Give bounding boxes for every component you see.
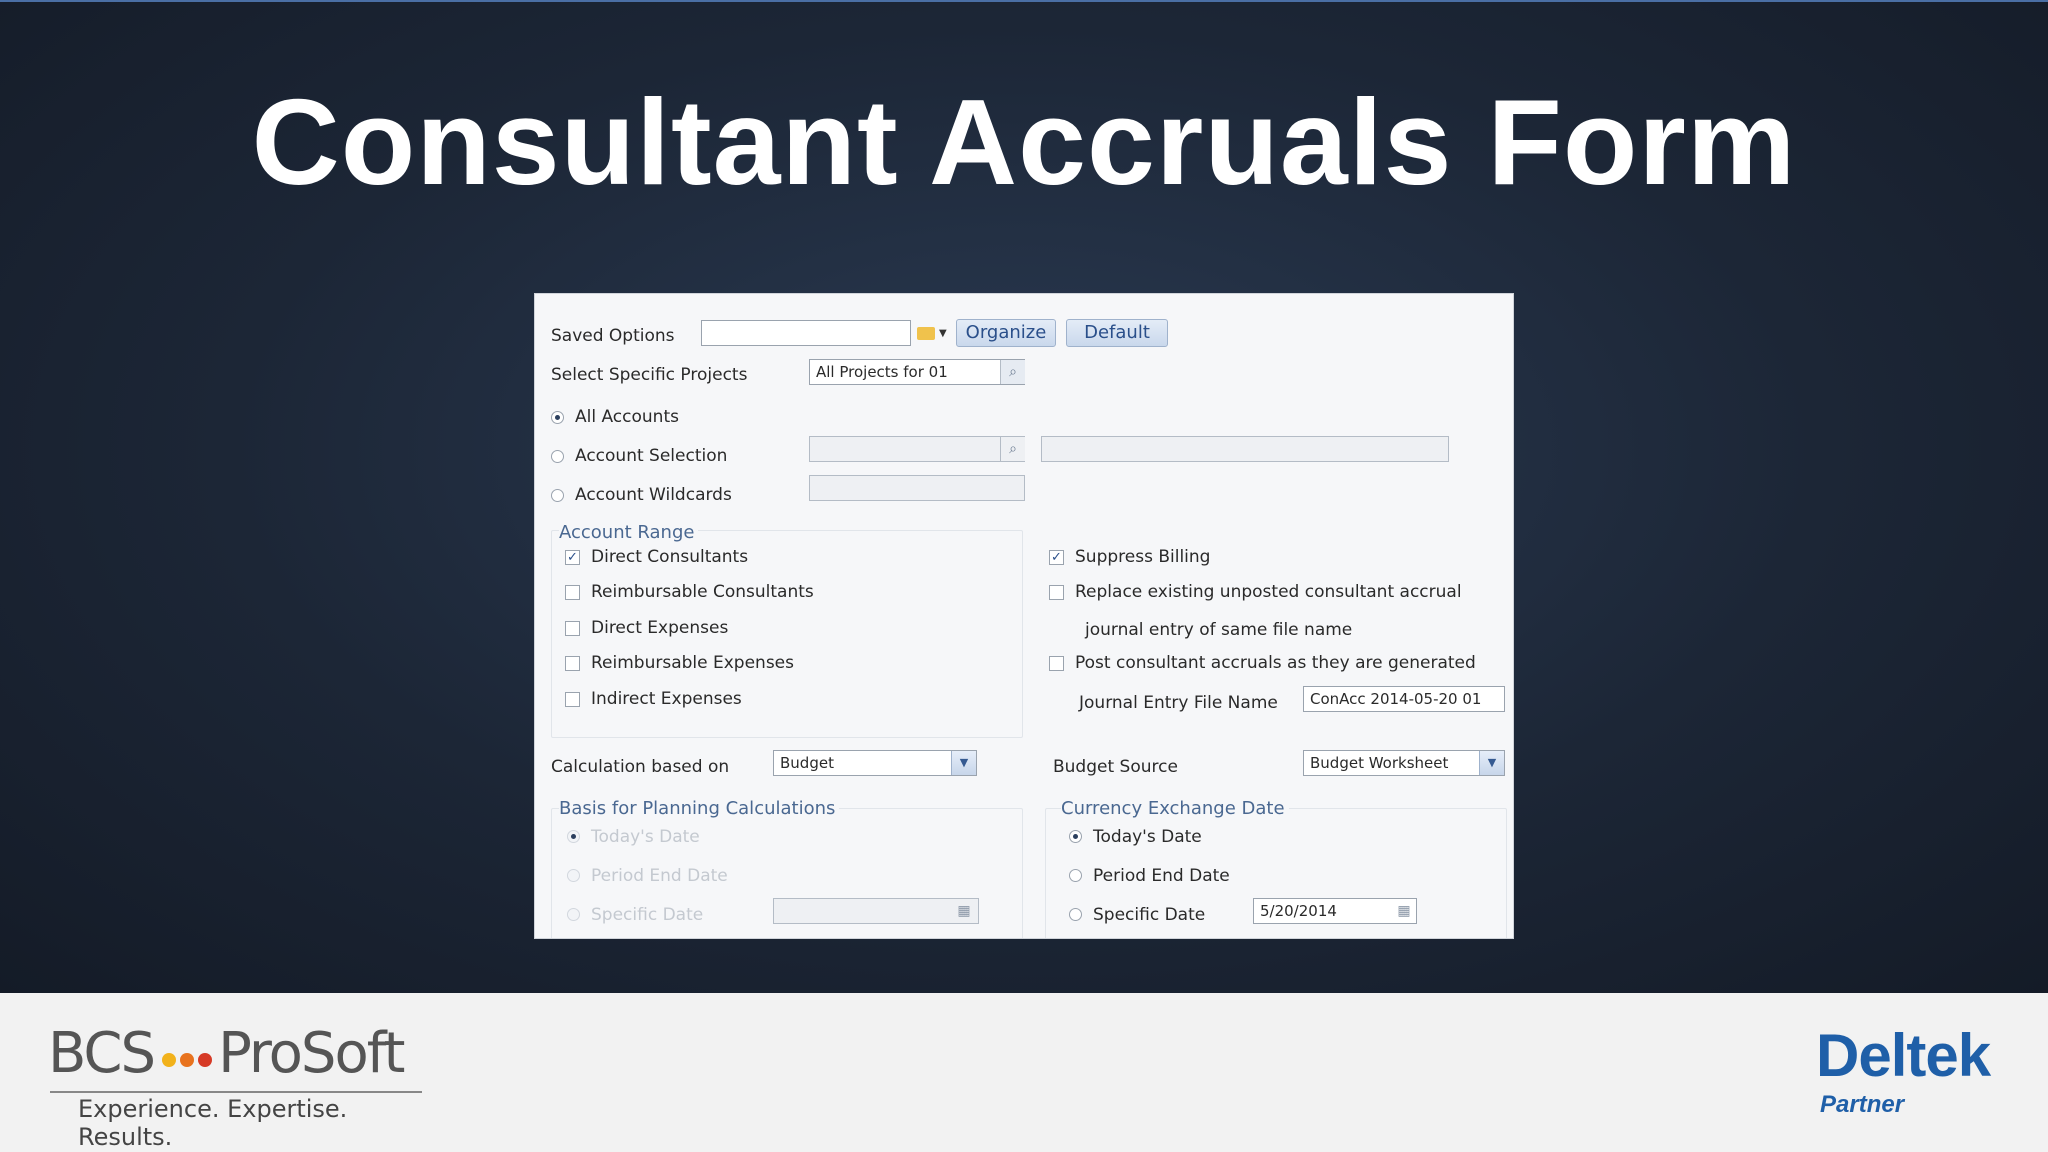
account-selection-label: Account Selection [575,446,728,466]
post-accruals-checkbox[interactable] [1049,656,1064,671]
logo-dots [162,1053,213,1067]
search-icon[interactable]: ⌕ [1000,437,1025,461]
currency-todays-date-radio[interactable] [1069,830,1082,843]
select-projects-input[interactable]: All Projects for 01 [809,359,1025,385]
basis-planning-title: Basis for Planning Calculations [559,798,840,819]
bcs-logo-text-left: BCS [48,1020,156,1086]
account-wildcards-label: Account Wildcards [575,485,732,505]
suppress-billing-checkbox[interactable]: ✓ [1049,550,1064,565]
deltek-partner-label: Partner [1820,1091,1905,1118]
currency-period-end-label: Period End Date [1093,866,1230,886]
folder-icon[interactable] [917,327,935,340]
je-file-name-label: Journal Entry File Name [1079,693,1278,713]
budget-source-label: Budget Source [1053,757,1178,777]
suppress-billing-label: Suppress Billing [1075,547,1211,567]
deltek-partner-logo: Deltek Partner [1816,1021,2006,1121]
chevron-down-icon[interactable]: ▼ [939,328,947,339]
all-accounts-radio[interactable] [551,411,564,424]
je-file-name-input[interactable]: ConAcc 2014-05-20 01 [1303,686,1505,712]
account-wildcards-input[interactable] [809,475,1025,501]
default-button[interactable]: Default [1066,319,1168,347]
basis-specific-date-label: Specific Date [591,905,704,925]
indirect-expenses-label: Indirect Expenses [591,689,742,709]
logo-divider [50,1091,422,1093]
calendar-icon[interactable]: ▦ [1393,900,1415,922]
logo-dot [162,1053,177,1067]
slide-title: Consultant Accruals Form [251,74,1797,210]
budget-source-select[interactable]: Budget Worksheet ▼ [1303,750,1505,776]
select-projects-label: Select Specific Projects [551,365,748,385]
calendar-icon[interactable]: ▦ [953,900,975,922]
bcs-tagline: Experience. Expertise. Results. [78,1095,348,1151]
account-selection-description [1041,436,1449,462]
reimbursable-expenses-label: Reimbursable Expenses [591,653,794,673]
search-icon[interactable]: ⌕ [1000,360,1025,384]
slide-background: Consultant Accruals Form Saved Options ▼… [0,0,2048,993]
chevron-down-icon[interactable]: ▼ [951,751,976,775]
direct-consultants-label: Direct Consultants [591,547,749,567]
saved-options-input[interactable] [701,320,911,346]
bcs-prosoft-logo: BCS ProSoft Experience. Expertise. Resul… [48,1020,448,1151]
logo-dot [180,1053,195,1067]
currency-specific-date-radio[interactable] [1069,908,1082,921]
footer: BCS ProSoft Experience. Expertise. Resul… [0,993,2048,1152]
basis-period-end-label: Period End Date [591,866,728,886]
calc-based-on-value: Budget [780,754,834,772]
calc-based-on-label: Calculation based on [551,757,730,777]
direct-consultants-checkbox[interactable]: ✓ [565,550,580,565]
chevron-down-icon[interactable]: ▼ [1479,751,1504,775]
basis-specific-date-radio[interactable] [567,908,580,921]
account-selection-input[interactable] [809,436,1025,462]
basis-period-end-radio[interactable] [567,869,580,882]
bcs-logo-text-right: ProSoft [218,1020,405,1086]
calc-based-on-select[interactable]: Budget ▼ [773,750,977,776]
logo-dot [198,1053,213,1067]
replace-existing-label-line1: Replace existing unposted consultant acc… [1075,582,1462,602]
account-wildcards-radio[interactable] [551,489,564,502]
reimbursable-consultants-checkbox[interactable] [565,585,580,600]
account-range-title: Account Range [559,522,699,543]
basis-specific-date-input[interactable] [773,898,979,924]
basis-todays-date-radio[interactable] [567,830,580,843]
saved-options-label: Saved Options [551,326,675,346]
currency-todays-date-label: Today's Date [1093,827,1202,847]
replace-existing-label-line2: journal entry of same file name [1085,620,1353,640]
currency-exchange-title: Currency Exchange Date [1061,798,1289,819]
reimbursable-expenses-checkbox[interactable] [565,656,580,671]
currency-period-end-radio[interactable] [1069,869,1082,882]
deltek-name: Deltek [1816,1022,1991,1089]
account-selection-radio[interactable] [551,450,564,463]
indirect-expenses-checkbox[interactable] [565,692,580,707]
basis-todays-date-label: Today's Date [591,827,700,847]
select-projects-value: All Projects for 01 [816,363,948,381]
all-accounts-label: All Accounts [575,407,679,427]
direct-expenses-label: Direct Expenses [591,618,729,638]
consultant-accruals-form: Saved Options ▼ Organize Default Select … [534,293,1514,939]
reimbursable-consultants-label: Reimbursable Consultants [591,582,814,602]
currency-specific-date-label: Specific Date [1093,905,1206,925]
replace-existing-checkbox[interactable] [1049,585,1064,600]
budget-source-value: Budget Worksheet [1310,754,1449,772]
organize-button[interactable]: Organize [956,319,1056,347]
post-accruals-label: Post consultant accruals as they are gen… [1075,653,1476,673]
direct-expenses-checkbox[interactable] [565,621,580,636]
